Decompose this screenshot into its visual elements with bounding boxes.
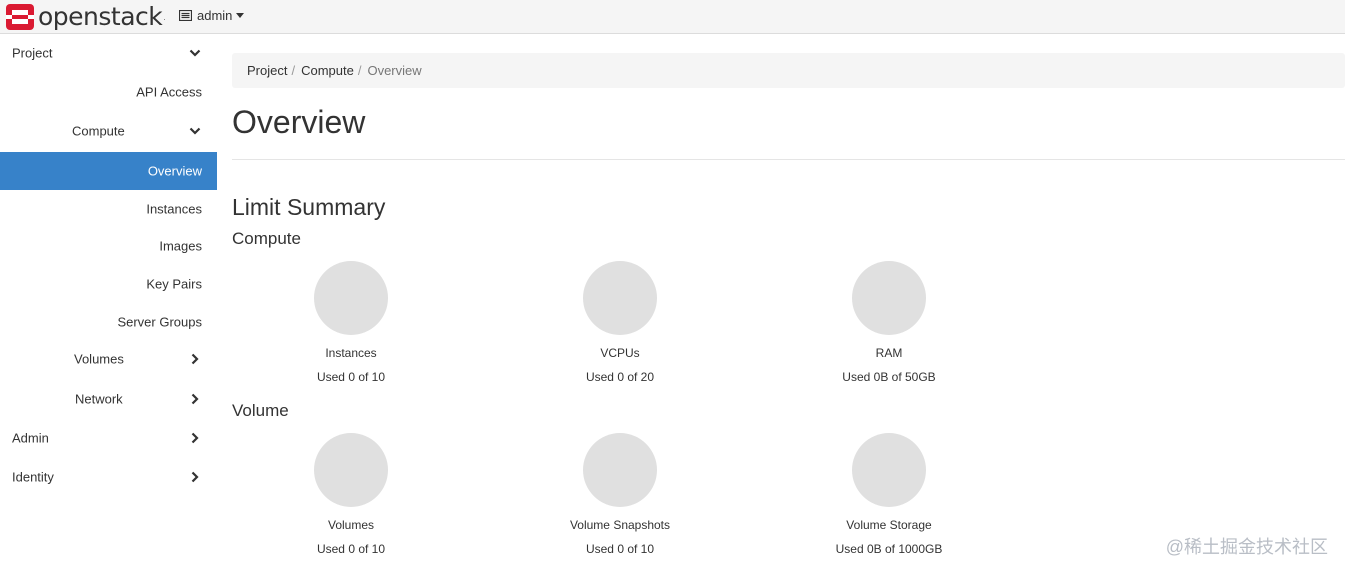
quota-used: Used 0B of 1000GB	[835, 542, 943, 556]
quota-pie-chart	[852, 261, 926, 335]
sidebar-item-label: Server Groups	[117, 314, 202, 330]
sidebar-item-label: Volumes	[74, 351, 124, 367]
sidebar-item-label: API Access	[136, 84, 202, 100]
sidebar-item-instances[interactable]: Instances	[0, 190, 217, 228]
sidebar-item-images[interactable]: Images	[0, 227, 217, 265]
sidebar-item-overview[interactable]: Overview	[0, 152, 217, 190]
watermark: @稀土掘金技术社区	[1165, 537, 1328, 557]
sidebar-item-label: Key Pairs	[146, 276, 202, 292]
sidebar-item-admin[interactable]: Admin	[0, 419, 217, 457]
quota-label: VCPUs	[600, 346, 640, 360]
quota-pie-chart	[583, 261, 657, 335]
sidebar-item-identity[interactable]: Identity	[0, 458, 217, 496]
quota-label: Volume Storage	[846, 518, 932, 532]
top-navbar: openstack. admin	[0, 0, 1345, 34]
quota-label: Instances	[325, 346, 377, 360]
sidebar-item-label: Network	[75, 391, 123, 407]
brand-trademark: .	[163, 12, 166, 22]
breadcrumb-overview: Overview	[367, 63, 422, 78]
sidebar-item-compute[interactable]: Compute	[0, 112, 217, 150]
chevron-right-icon	[191, 471, 199, 483]
brand-logo[interactable]: openstack.	[6, 3, 166, 31]
quota-used: Used 0 of 20	[585, 370, 655, 384]
instances-quota-chart: Instances Used 0 of 10	[261, 261, 441, 384]
volume-group-title: Volume	[232, 401, 289, 420]
sidebar-item-label: Instances	[146, 201, 202, 217]
caret-down-icon	[236, 13, 245, 18]
quota-used: Used 0 of 10	[316, 370, 386, 384]
openstack-logo-icon	[6, 4, 34, 30]
sidebar-item-project[interactable]: Project	[0, 34, 217, 72]
title-divider	[232, 159, 1345, 160]
sidebar-item-label: Images	[159, 238, 202, 254]
chevron-right-icon	[191, 353, 199, 365]
sidebar-item-network[interactable]: Network	[0, 380, 217, 418]
volume-snapshots-quota-chart: Volume Snapshots Used 0 of 10	[530, 433, 710, 556]
project-list-icon	[179, 10, 192, 21]
volume-storage-quota-chart: Volume Storage Used 0B of 1000GB	[799, 433, 979, 556]
sidebar-item-label: Overview	[147, 163, 202, 179]
chevron-right-icon	[191, 393, 199, 405]
quota-used: Used 0 of 10	[585, 542, 655, 556]
sidebar-item-label: Compute	[72, 123, 125, 139]
compute-group-title: Compute	[232, 229, 301, 248]
sidebar-item-volumes[interactable]: Volumes	[0, 340, 217, 378]
volumes-quota-chart: Volumes Used 0 of 10	[261, 433, 441, 556]
quota-pie-chart	[852, 433, 926, 507]
project-switcher[interactable]: admin	[179, 8, 245, 23]
limit-summary-title: Limit Summary	[232, 194, 386, 220]
brand-name: openstack	[38, 2, 163, 31]
quota-label: Volumes	[327, 518, 375, 532]
sidebar-item-label: Identity	[12, 469, 54, 485]
ram-quota-chart: RAM Used 0B of 50GB	[799, 261, 979, 384]
sidebar-item-label: Project	[12, 45, 53, 61]
quota-pie-chart	[314, 433, 388, 507]
vcpus-quota-chart: VCPUs Used 0 of 20	[530, 261, 710, 384]
project-name: admin	[197, 8, 233, 23]
sidebar-item-key-pairs[interactable]: Key Pairs	[0, 265, 217, 303]
page-title: Overview	[232, 104, 366, 140]
quota-used: Used 0 of 10	[316, 542, 386, 556]
chevron-down-icon	[189, 49, 201, 57]
quota-label: Volume Snapshots	[569, 518, 671, 532]
sidebar-item-api-access[interactable]: API Access	[0, 73, 217, 111]
quota-label: RAM	[875, 346, 903, 360]
chevron-right-icon	[191, 432, 199, 444]
sidebar-item-label: Admin	[12, 430, 49, 446]
quota-used: Used 0B of 50GB	[842, 370, 936, 384]
breadcrumb-compute[interactable]: Compute	[301, 63, 354, 78]
breadcrumb-project[interactable]: Project	[247, 63, 287, 78]
quota-pie-chart	[583, 433, 657, 507]
chevron-down-icon	[189, 127, 201, 135]
sidebar: Project API Access Compute Overview Inst…	[0, 34, 217, 572]
quota-pie-chart	[314, 261, 388, 335]
breadcrumb-separator: /	[357, 63, 362, 78]
breadcrumb-separator: /	[291, 63, 296, 78]
breadcrumb: Project / Compute / Overview	[232, 53, 1345, 88]
sidebar-item-server-groups[interactable]: Server Groups	[0, 303, 217, 341]
